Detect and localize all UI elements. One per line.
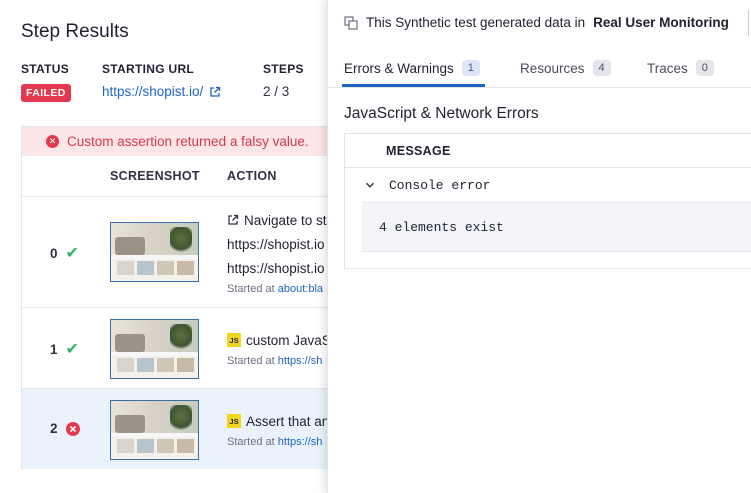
check-icon: ✔	[65, 245, 79, 262]
tab-resources[interactable]: Resources 4	[520, 60, 611, 76]
error-row-toggle[interactable]: Console error	[345, 168, 751, 202]
step-screenshot[interactable]	[110, 222, 199, 282]
panel-header-text: This Synthetic test generated data in	[366, 15, 586, 30]
step-action-url: https://shopist.io	[227, 260, 325, 276]
started-at-link[interactable]: https://sh	[278, 355, 323, 367]
column-header-screenshot: SCREENSHOT	[110, 169, 200, 183]
panel-tabs: Errors & Warnings 1 Resources 4 Traces 0	[328, 46, 751, 88]
steps-table: ✕ Custom assertion returned a falsy valu…	[21, 126, 351, 469]
steps-value: 2 / 3	[263, 84, 290, 99]
navigate-icon	[228, 214, 239, 225]
starting-url-label: STARTING URL	[102, 62, 195, 76]
panel-header: This Synthetic test generated data in Re…	[344, 15, 729, 30]
chevron-down-icon[interactable]	[365, 180, 375, 190]
error-title: Console error	[389, 177, 491, 193]
status-badge: FAILED	[21, 84, 71, 102]
steps-block: STEPS 2 / 3	[263, 62, 304, 99]
error-detail: 4 elements exist	[362, 202, 751, 252]
step-index: 0 ✔	[50, 245, 79, 262]
section-title: JavaScript & Network Errors	[344, 105, 539, 122]
x-circle-icon	[65, 421, 80, 436]
step-action-text: Navigate to st	[244, 212, 327, 228]
error-banner: ✕ Custom assertion returned a falsy valu…	[22, 127, 350, 156]
table-row[interactable]: 0 ✔ Navigate to st https://shopist.io ht…	[22, 197, 350, 308]
tab-count-badge: 4	[592, 60, 611, 76]
x-circle-icon: ✕	[46, 135, 59, 148]
table-header: SCREENSHOT ACTION	[22, 156, 350, 197]
rum-side-panel: This Synthetic test generated data in Re…	[327, 0, 751, 493]
tab-errors-warnings[interactable]: Errors & Warnings 1	[344, 60, 480, 76]
starting-url-block: STARTING URL https://shopist.io/	[102, 62, 221, 99]
panel-header-product: Real User Monitoring	[593, 15, 729, 30]
status-label: STATUS	[21, 62, 70, 76]
check-icon: ✔	[65, 341, 79, 358]
column-header-action: ACTION	[227, 169, 277, 183]
step-action-url: https://shopist.io	[227, 236, 325, 252]
table-row[interactable]: 2 JS Assert that an Started at https://s…	[22, 389, 350, 469]
step-started-at: Started at about:bla	[227, 283, 324, 295]
step-action-text: custom JavaSc	[246, 332, 338, 348]
step-index: 2	[50, 421, 80, 436]
steps-label: STEPS	[263, 62, 304, 76]
started-at-link[interactable]: about:bla	[278, 283, 323, 295]
js-badge-icon: JS	[227, 414, 241, 428]
step-action-text: Assert that an	[246, 413, 330, 429]
starting-url-text: https://shopist.io/	[102, 84, 204, 99]
page-title: Step Results	[21, 21, 129, 42]
step-started-at: Started at https://sh	[227, 436, 323, 448]
step-screenshot[interactable]	[110, 400, 199, 460]
step-action: Navigate to st https://shopist.io https:…	[227, 208, 327, 296]
step-action: JS Assert that an Started at https://sh	[227, 409, 329, 448]
table-row[interactable]: 1 ✔ JS custom JavaSc Started at https://…	[22, 308, 350, 389]
starting-url-link[interactable]: https://shopist.io/	[102, 84, 221, 99]
errors-table: MESSAGE Console error 4 elements exist	[344, 133, 751, 269]
status-block: STATUS FAILED	[21, 62, 71, 102]
step-screenshot[interactable]	[110, 319, 199, 379]
tab-count-badge: 0	[695, 60, 714, 76]
step-started-at: Started at https://sh	[227, 355, 323, 367]
active-tab-indicator	[342, 84, 485, 87]
tab-traces[interactable]: Traces 0	[647, 60, 714, 76]
step-action: JS custom JavaSc Started at https://sh	[227, 328, 338, 367]
synthetics-icon	[344, 15, 358, 30]
started-at-link[interactable]: https://sh	[278, 436, 323, 448]
column-header-message: MESSAGE	[345, 134, 751, 168]
js-badge-icon: JS	[227, 333, 241, 347]
step-index: 1 ✔	[50, 341, 79, 358]
error-banner-text: Custom assertion returned a falsy value.	[67, 134, 309, 149]
external-link-icon[interactable]	[209, 86, 221, 98]
tab-count-badge: 1	[461, 60, 480, 76]
